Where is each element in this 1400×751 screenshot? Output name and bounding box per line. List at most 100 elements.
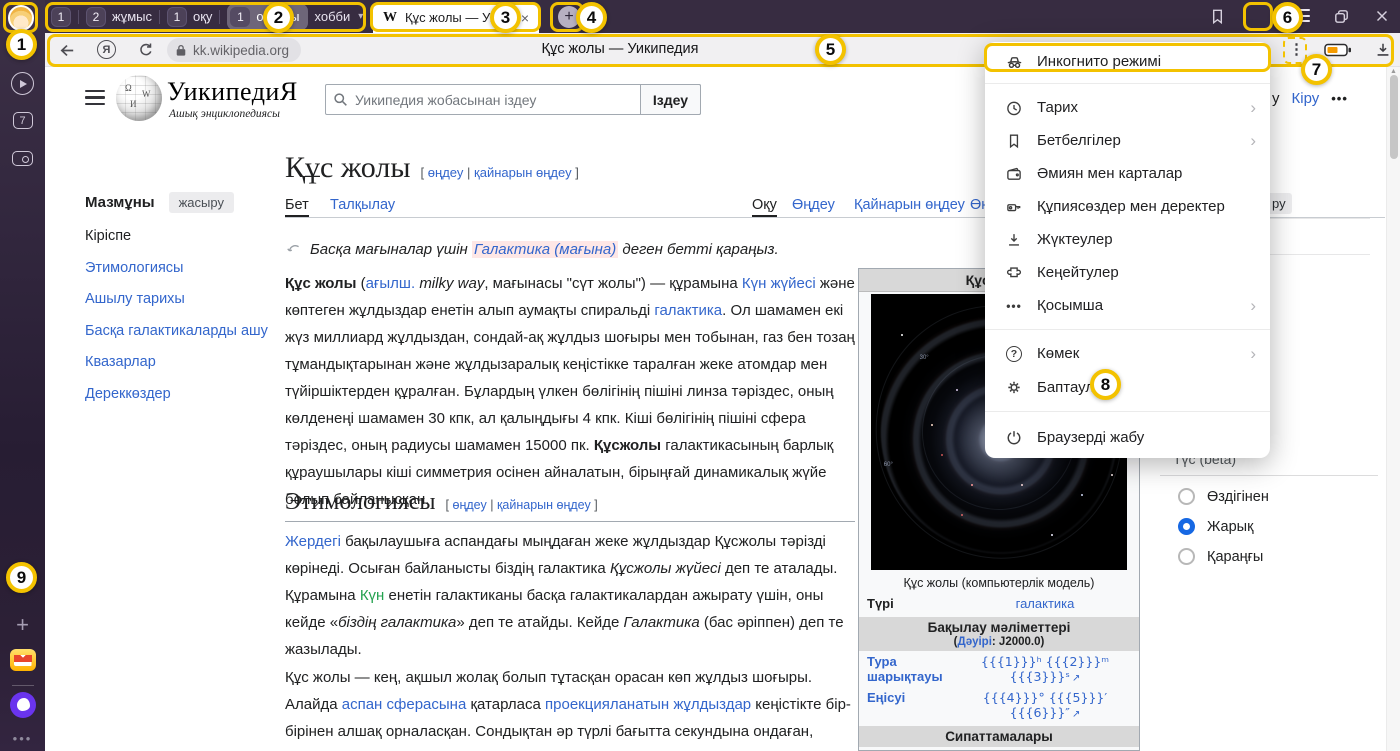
menu-item-label: Қосымша [1037, 297, 1103, 314]
menu-item-passwords[interactable]: Құпиясөздер мен деректер [985, 190, 1270, 223]
epoch-line: (Дәуірі: J2000.0) [863, 636, 1135, 648]
scroll-up-icon[interactable]: ▲ [1390, 68, 1397, 75]
color-option-dark[interactable]: Қараңғы [1178, 548, 1378, 565]
tab-edit[interactable]: Өңдеу [792, 197, 835, 213]
wiki-wordmark[interactable]: УикипедиЯ [167, 77, 298, 107]
header-more-icon[interactable]: ••• [1331, 91, 1348, 106]
menu-item-label: Әмиян мен карталар [1037, 165, 1182, 182]
toc-item-history[interactable]: Ашылу тарихы [85, 290, 270, 310]
wikipedia-logo[interactable]: ΩWИ [116, 75, 162, 121]
group-label: оқу [193, 9, 212, 24]
annotation-circle-1: 1 [6, 29, 37, 60]
toc-item-sources[interactable]: Дереккөздер [85, 385, 270, 405]
search-icon [326, 92, 355, 107]
more-icon: ••• [1003, 299, 1025, 313]
scrollbar-thumb[interactable] [1390, 75, 1398, 159]
annotation-circle-7: 7 [1301, 54, 1332, 85]
page-scrollbar[interactable]: ▲ [1386, 67, 1400, 751]
menu-item-more[interactable]: ••• Қосымша › [985, 289, 1270, 322]
infobox-type-label: Түрі [867, 596, 959, 611]
wiki-menu-icon[interactable] [85, 90, 105, 105]
menu-item-settings[interactable]: Баптаулар [985, 370, 1270, 404]
sidebar-add-icon[interactable]: + [0, 612, 45, 638]
menu-item-close-browser[interactable]: Браузерді жабу [985, 419, 1270, 455]
search-button[interactable]: Іздеу [640, 84, 701, 115]
infobox-ra-label[interactable]: Тура шарықтауы [867, 654, 959, 684]
toc-item-intro[interactable]: Кіріспе [85, 227, 270, 247]
settings-gear-icon [1003, 378, 1025, 396]
radio-icon[interactable] [1178, 488, 1195, 505]
play-icon[interactable] [0, 72, 45, 95]
close-window-icon[interactable] [1373, 7, 1391, 25]
menu-item-bookmarks[interactable]: Бетбелгілер › [985, 124, 1270, 157]
menu-divider [985, 411, 1270, 412]
tab-group-1[interactable]: 1 [51, 7, 71, 27]
annotation-circle-5: 5 [815, 34, 846, 65]
color-option-auto[interactable]: Өздігінен [1178, 488, 1378, 505]
search-input[interactable] [355, 92, 640, 108]
external-link-icon[interactable]: ↗ [1072, 673, 1080, 684]
tab-counter[interactable]: 7 [0, 112, 45, 129]
menu-item-extensions[interactable]: Кеңейтулер [985, 256, 1270, 289]
infobox-dec-label[interactable]: Еңісуі [867, 690, 959, 720]
infobox-dec-value: {{{4}}}° {{{5}}}′ {{{6}}}″↗ [959, 690, 1131, 720]
tab-read[interactable]: Оқу [752, 197, 777, 217]
tab-talk[interactable]: Талқылау [330, 197, 395, 213]
address-bar[interactable]: kk.wikipedia.org [167, 38, 301, 62]
menu-item-help[interactable]: Көмек › [985, 337, 1270, 370]
toolbar-more-icon[interactable]: ⋮ [1289, 40, 1304, 58]
external-link-icon[interactable]: ↗ [1072, 709, 1080, 720]
url-text: kk.wikipedia.org [193, 43, 289, 58]
tab-edit-source[interactable]: Қайнарын өңдеу [854, 197, 965, 213]
infobox-ra-value: {{{1}}}ʰ {{{2}}}ᵐ {{{3}}}ˢ↗ [959, 654, 1131, 684]
image-degree-label: 30° [920, 355, 929, 361]
annotation-circle-9: 9 [6, 562, 37, 593]
back-icon[interactable] [58, 41, 77, 60]
infobox-type-value[interactable]: галактика [959, 596, 1131, 611]
menu-divider [985, 83, 1270, 84]
tab-close-icon[interactable]: × [521, 11, 529, 25]
register-link-partial[interactable]: у [1272, 90, 1280, 107]
tab-page[interactable]: Бет [285, 197, 309, 217]
edit-source-link[interactable]: қайнарын өңдеу [474, 165, 572, 180]
toc-item-other-galaxies[interactable]: Басқа галактикаларды ашу [85, 322, 270, 342]
menu-item-incognito[interactable]: Инкогнито режимі [985, 46, 1270, 76]
battery-icon[interactable] [1324, 43, 1352, 58]
annotation-circle-8: 8 [1090, 369, 1121, 400]
tab-group-work[interactable]: 2 жұмыс [86, 7, 152, 27]
login-link[interactable]: Кіру [1292, 90, 1320, 107]
edit-link[interactable]: өңдеу [453, 498, 487, 512]
tab-group-hobby[interactable]: хобби ▾ [315, 9, 364, 24]
toc-hide-button[interactable]: жасыру [169, 192, 234, 213]
edit-link[interactable]: өңдеу [428, 165, 464, 180]
profile-avatar[interactable] [8, 5, 34, 31]
yandex-button-icon[interactable] [97, 40, 116, 59]
article: Құс жолы [ өңдеу | қайнарын өңдеу ] Бет … [285, 151, 855, 185]
edit-source-link[interactable]: қайнарын өңдеу [497, 498, 591, 512]
screenshot-icon[interactable] [0, 151, 45, 166]
sidebar-more-icon[interactable]: ••• [0, 731, 45, 746]
menu-item-history[interactable]: Тарих › [985, 91, 1270, 124]
toc-item-etymology[interactable]: Этимологиясы [85, 259, 270, 279]
alice-assistant-icon[interactable] [0, 692, 45, 718]
menu-item-label: Инкогнито режимі [1037, 53, 1161, 70]
menu-item-wallet[interactable]: Әмиян мен карталар [985, 157, 1270, 190]
toc-item-quasars[interactable]: Квазарлар [85, 353, 270, 373]
refresh-icon[interactable] [137, 41, 155, 59]
group-badge: 1 [167, 7, 187, 27]
color-option-light[interactable]: Жарық [1178, 518, 1378, 535]
radio-icon[interactable] [1178, 548, 1195, 565]
tab-group-study[interactable]: 1 оқу [167, 7, 212, 27]
group-badge: 1 [230, 7, 250, 27]
hatnote: Басқа мағыналар үшін Галактика (мағына) … [285, 241, 779, 258]
chevron-down-icon: ▾ [358, 11, 363, 22]
restore-window-icon[interactable] [1332, 7, 1351, 26]
section-heading-row: Этимологиясы [ өңдеу | қайнарын өңдеу ] [285, 489, 855, 522]
chevron-right-icon: › [1250, 296, 1256, 316]
radio-icon[interactable] [1178, 518, 1195, 535]
yandex-mail-icon[interactable] [0, 649, 45, 671]
bookmarks-panel-icon[interactable] [1208, 7, 1227, 26]
menu-item-downloads[interactable]: Жүктеулер [985, 223, 1270, 256]
tab-counter-badge: 7 [13, 112, 33, 129]
downloads-toolbar-icon[interactable] [1374, 41, 1392, 59]
